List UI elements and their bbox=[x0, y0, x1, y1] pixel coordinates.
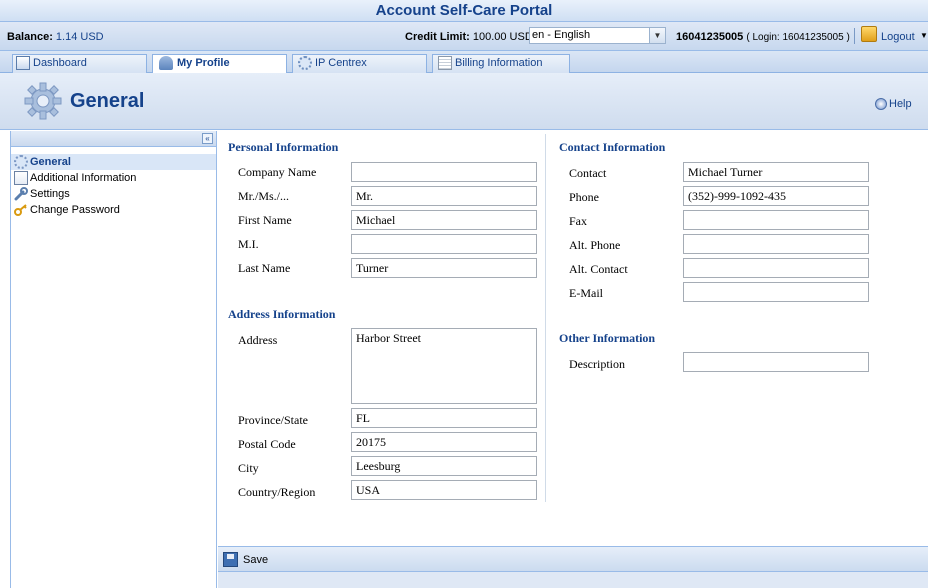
help-icon[interactable] bbox=[875, 98, 887, 110]
app-title: Account Self-Care Portal bbox=[375, 2, 553, 19]
salutation-label: Mr./Ms./... bbox=[238, 189, 290, 203]
language-value: en - English bbox=[532, 29, 591, 41]
tab-label: IP Centrex bbox=[315, 57, 367, 69]
city-field[interactable]: Leesburg bbox=[351, 456, 537, 476]
user-icon bbox=[159, 56, 173, 70]
address-label: Address bbox=[238, 333, 278, 347]
sidebar-item-label: Settings bbox=[30, 188, 70, 200]
email-field[interactable] bbox=[683, 282, 869, 302]
first-name-field[interactable]: Michael bbox=[351, 210, 537, 230]
sidebar-item-change-password[interactable]: Change Password bbox=[11, 202, 216, 218]
sidebar-item-settings[interactable]: Settings bbox=[11, 186, 216, 202]
email-label: E-Mail bbox=[569, 286, 603, 300]
sidebar-item-general[interactable]: General bbox=[11, 154, 216, 170]
sidebar-item-label: Additional Information bbox=[30, 172, 137, 184]
divider bbox=[854, 28, 855, 44]
tab-billing-information[interactable]: Billing Information bbox=[432, 54, 570, 73]
mi-label: M.I. bbox=[238, 237, 259, 251]
first-name-label: First Name bbox=[238, 213, 292, 227]
alt-contact-label: Alt. Contact bbox=[569, 262, 628, 276]
tab-ip-centrex[interactable]: IP Centrex bbox=[292, 54, 427, 73]
tab-my-profile[interactable]: My Profile bbox=[152, 54, 287, 74]
column-divider bbox=[545, 134, 546, 502]
country-field[interactable]: USA bbox=[351, 480, 537, 500]
contact-label: Contact bbox=[569, 166, 607, 180]
section-title-address: Address Information bbox=[228, 307, 336, 321]
credit-limit: Credit Limit: 100.00 USD bbox=[405, 31, 533, 43]
description-field[interactable] bbox=[683, 352, 869, 372]
key-icon bbox=[14, 204, 27, 216]
help-link[interactable]: Help bbox=[889, 98, 912, 110]
dashboard-icon bbox=[16, 56, 30, 70]
title-bar: Account Self-Care Portal bbox=[0, 0, 928, 22]
billing-icon bbox=[438, 56, 452, 70]
tab-label: Dashboard bbox=[33, 57, 87, 69]
logout-button[interactable]: Logout bbox=[881, 31, 915, 43]
contact-field[interactable]: Michael Turner bbox=[683, 162, 869, 182]
sidebar-header: « bbox=[11, 131, 216, 147]
section-title-contact: Contact Information bbox=[559, 140, 666, 154]
province-label: Province/State bbox=[238, 413, 308, 427]
mi-field[interactable] bbox=[351, 234, 537, 254]
sidebar-item-label: Change Password bbox=[30, 204, 120, 216]
phone-label: Phone bbox=[569, 190, 599, 204]
company-name-label: Company Name bbox=[238, 165, 317, 179]
city-label: City bbox=[238, 461, 259, 475]
save-icon[interactable] bbox=[223, 552, 238, 567]
save-button[interactable]: Save bbox=[243, 554, 268, 566]
document-icon bbox=[14, 171, 28, 185]
balance: Balance: 1.14 USD bbox=[7, 31, 104, 43]
collapse-sidebar-button[interactable]: « bbox=[202, 133, 213, 144]
language-select[interactable]: en - English ▼ bbox=[529, 27, 666, 44]
alt-contact-field[interactable] bbox=[683, 258, 869, 278]
gear-icon bbox=[14, 155, 28, 169]
sidebar-item-label: General bbox=[30, 156, 71, 168]
last-name-field[interactable]: Turner bbox=[351, 258, 537, 278]
tab-dashboard[interactable]: Dashboard bbox=[12, 54, 147, 73]
credit-label: Credit Limit: bbox=[405, 31, 470, 43]
bottom-strip bbox=[218, 572, 928, 588]
alt-phone-label: Alt. Phone bbox=[569, 238, 621, 252]
tab-label: Billing Information bbox=[455, 57, 543, 69]
salutation-field[interactable]: Mr. bbox=[351, 186, 537, 206]
section-title-other: Other Information bbox=[559, 331, 656, 345]
sidebar-item-additional-information[interactable]: Additional Information bbox=[11, 170, 216, 186]
account-info-bar: Balance: 1.14 USD Credit Limit: 100.00 U… bbox=[0, 22, 928, 51]
country-label: Country/Region bbox=[238, 485, 316, 499]
description-label: Description bbox=[569, 357, 625, 371]
gear-icon bbox=[298, 56, 312, 70]
phone-field[interactable]: (352)-999-1092-435 bbox=[683, 186, 869, 206]
chevron-down-icon[interactable]: ▼ bbox=[649, 28, 665, 43]
alt-phone-field[interactable] bbox=[683, 234, 869, 254]
balance-value: 1.14 USD bbox=[55, 31, 104, 43]
last-name-label: Last Name bbox=[238, 261, 291, 275]
sidebar: « General Additional Information Setting… bbox=[10, 131, 217, 588]
account-info: 16041235005 ( Login: 16041235005 ) bbox=[676, 31, 850, 43]
company-name-field[interactable] bbox=[351, 162, 537, 182]
main-tabs: Dashboard My Profile IP Centrex Billing … bbox=[0, 51, 928, 74]
province-field[interactable]: FL bbox=[351, 408, 537, 428]
postal-code-label: Postal Code bbox=[238, 437, 296, 451]
account-id: 16041235005 bbox=[676, 31, 744, 43]
credit-value: 100.00 USD bbox=[472, 31, 533, 43]
wrench-icon bbox=[14, 187, 28, 201]
page-title: General bbox=[70, 90, 145, 112]
tab-label: My Profile bbox=[177, 57, 230, 69]
chevron-down-icon[interactable]: ▼ bbox=[920, 31, 928, 40]
gear-icon bbox=[24, 82, 62, 120]
fax-field[interactable] bbox=[683, 210, 869, 230]
balance-label: Balance: bbox=[7, 31, 53, 43]
page-header: General Help bbox=[0, 73, 928, 130]
address-textarea[interactable]: Harbor Street bbox=[351, 328, 537, 404]
section-title-personal: Personal Information bbox=[228, 140, 339, 154]
postal-code-field[interactable]: 20175 bbox=[351, 432, 537, 452]
lock-icon[interactable] bbox=[861, 26, 877, 42]
form-toolbar: Save bbox=[218, 546, 928, 572]
login-text: ( Login: 16041235005 ) bbox=[746, 32, 850, 43]
fax-label: Fax bbox=[569, 214, 587, 228]
